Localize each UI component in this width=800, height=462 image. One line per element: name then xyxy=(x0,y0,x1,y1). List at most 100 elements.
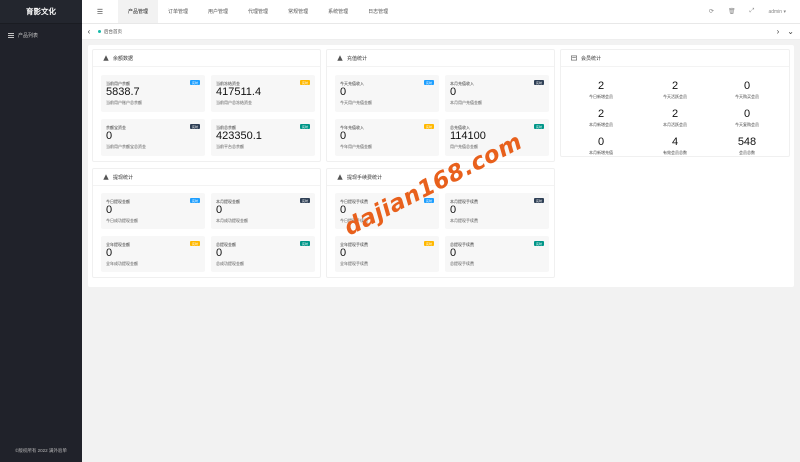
member-stat-label: 今日新增会员 xyxy=(589,94,613,99)
balance-card: 余额数据 当前用户余额 5838.7 当前用户账户总余额 实时 当前冻结资金 4… xyxy=(92,49,321,162)
balance-card-header: 余额数据 xyxy=(93,50,320,67)
trash-icon[interactable]: 🗑 xyxy=(728,8,736,15)
stat-box: 今天充值收入 0 今天用户充值金额 实时 xyxy=(335,75,439,112)
realtime-badge: 实时 xyxy=(533,241,544,246)
stat-box: 今年充值收入 0 今年用户充值金额 实时 xyxy=(335,119,439,156)
balance-card-title: 余额数据 xyxy=(113,55,134,62)
stat-desc: 当前平台总余额 xyxy=(216,144,244,149)
stat-desc: 本月提现手续费 xyxy=(450,218,478,223)
copyright-footer: ©版权所有 2022 满外验单 xyxy=(15,448,67,453)
user-menu[interactable]: admin ▾ xyxy=(768,9,786,15)
member-stat: 2 本月活跃会员 xyxy=(645,108,705,128)
tab-system-management[interactable]: 系统管理 xyxy=(318,0,358,23)
warning-icon xyxy=(103,55,109,61)
page-tabs-bar: ‹ 后台首页 › ⌄ xyxy=(82,24,800,40)
tabs-controls: › ⌄ xyxy=(777,27,800,36)
stat-box: 当前用户余额 5838.7 当前用户账户总余额 实时 xyxy=(101,75,205,112)
stat-value: 423350.1 xyxy=(216,130,262,142)
stat-desc: 今年用户充值金额 xyxy=(340,144,372,149)
stat-value: 0 xyxy=(106,130,113,142)
withdraw-card-title: 提现统计 xyxy=(113,174,134,181)
stat-desc: 全年成功提现金额 xyxy=(106,261,138,266)
id-card-icon xyxy=(571,55,577,61)
withdraw-card: 提现统计 今日提现金额 0 今日成功提现金额 实时 本月提现金额 0 本月成功提… xyxy=(92,168,321,278)
stat-value: 0 xyxy=(340,247,347,259)
sidebar-item-label: 产品列表 xyxy=(18,32,39,39)
app-logo-title[interactable]: 育影文化 xyxy=(0,0,82,24)
stat-value: 0 xyxy=(106,247,113,259)
stat-desc: 总成功提现金额 xyxy=(216,261,244,266)
stat-box: 本月充值收入 0 本月用户充值金额 实时 xyxy=(445,75,549,112)
stat-box: 全年提现金额 0 全年成功提现金额 实时 xyxy=(101,236,205,272)
sidebar-item-product-list[interactable]: 产品列表 xyxy=(0,27,82,43)
realtime-badge: 实时 xyxy=(189,198,200,203)
member-stat-label: 本月新增充值 xyxy=(589,150,613,155)
stat-box: 当前冻结资金 417511.4 当前用户总冻结资金 实时 xyxy=(211,75,315,112)
chevron-down-icon: ▾ xyxy=(783,8,786,15)
member-stat: 0 本月新增充值 xyxy=(571,136,631,156)
stat-value: 0 xyxy=(340,130,347,142)
warning-icon xyxy=(337,174,343,180)
member-stat-value: 0 xyxy=(597,136,605,148)
stat-desc: 本月成功提现金额 xyxy=(216,218,248,223)
members-card-title: 会员统计 xyxy=(581,55,602,62)
stat-box: 本月提现金额 0 本月成功提现金额 实时 xyxy=(211,193,315,229)
stat-value: 0 xyxy=(106,204,113,216)
tab-order-management[interactable]: 订单管理 xyxy=(158,0,198,23)
active-dot-icon xyxy=(98,30,101,33)
withdraw-fee-card-title: 提现手续费统计 xyxy=(347,174,383,181)
realtime-badge: 实时 xyxy=(533,124,544,129)
member-stat-label: 本月活跃会员 xyxy=(663,122,687,127)
realtime-badge: 实时 xyxy=(189,124,200,129)
member-stat-value: 0 xyxy=(743,108,751,120)
tabs-scroll-right-icon[interactable]: › xyxy=(777,27,780,36)
sidebar: 育影文化 产品列表 ©版权所有 2022 满外验单 xyxy=(0,0,82,462)
member-stat: 2 今日新增会员 xyxy=(571,80,631,100)
member-stat: 2 今天活跃会员 xyxy=(645,80,705,100)
realtime-badge: 实时 xyxy=(423,80,434,85)
member-stat-label: 本月新增会员 xyxy=(589,122,613,127)
stat-value: 0 xyxy=(450,204,457,216)
refresh-icon[interactable]: ⟳ xyxy=(709,8,714,15)
tab-home-label: 后台首页 xyxy=(104,28,122,34)
menu-toggle-icon[interactable]: ☰ xyxy=(82,0,118,23)
tabs-dropdown-icon[interactable]: ⌄ xyxy=(787,27,794,36)
stat-box: 总提现手续费 0 总提现手续费 实时 xyxy=(445,236,549,272)
tab-product-management[interactable]: 产品管理 xyxy=(118,0,159,23)
members-card: 会员统计 2 今日新增会员 2 今天活跃会员 0 今天购买会员 2 本月新增会员… xyxy=(560,49,790,157)
member-stat: 4 有效会员总数 xyxy=(645,136,705,156)
stat-value: 0 xyxy=(216,204,223,216)
member-stat-value: 0 xyxy=(743,80,751,92)
tabs-scroll-left-icon[interactable]: ‹ xyxy=(82,27,96,36)
toolbar-right: ⟳ 🗑 ⤢ admin ▾ xyxy=(709,0,800,23)
tab-user-management[interactable]: 用户管理 xyxy=(198,0,238,23)
stat-value: 114100 xyxy=(450,130,486,142)
recharge-card-title: 充值统计 xyxy=(347,55,368,62)
warning-icon xyxy=(103,174,109,180)
stat-desc: 本月用户充值金额 xyxy=(450,100,482,105)
stat-value: 0 xyxy=(216,247,223,259)
stat-box: 今日提现金额 0 今日成功提现金额 实时 xyxy=(101,193,205,229)
stat-desc: 全年提现手续费 xyxy=(340,261,368,266)
member-stat-value: 2 xyxy=(671,108,679,120)
tab-log-management[interactable]: 日志管理 xyxy=(358,0,398,23)
member-stat-label: 有效会员总数 xyxy=(663,150,687,155)
realtime-badge: 实时 xyxy=(299,80,310,85)
stat-value: 5838.7 xyxy=(106,86,140,98)
fullscreen-icon[interactable]: ⤢ xyxy=(750,8,755,15)
tab-general-management[interactable]: 常规管理 xyxy=(278,0,318,23)
realtime-badge: 实时 xyxy=(189,80,200,85)
stat-box: 当前总余额 423350.1 当前平台总余额 实时 xyxy=(211,119,315,156)
top-navigation: ☰ 产品管理 订单管理 用户管理 代理管理 常规管理 系统管理 日志管理 ⟳ 🗑… xyxy=(82,0,800,24)
stat-value: 0 xyxy=(450,86,457,98)
stat-box: 本月提现手续费 0 本月提现手续费 实时 xyxy=(445,193,549,229)
member-stat: 548 会员总数 xyxy=(717,136,777,156)
tab-agent-management[interactable]: 代理管理 xyxy=(238,0,278,23)
realtime-badge: 实时 xyxy=(423,241,434,246)
stat-desc: 今天用户充值金额 xyxy=(340,100,372,105)
tab-home[interactable]: 后台首页 xyxy=(98,29,122,35)
member-stat-value: 2 xyxy=(597,80,605,92)
realtime-badge: 实时 xyxy=(299,241,310,246)
member-stat-value: 2 xyxy=(671,80,679,92)
stat-box: 余额宝资金 0 当前用户余额宝总资金 实时 xyxy=(101,119,205,156)
